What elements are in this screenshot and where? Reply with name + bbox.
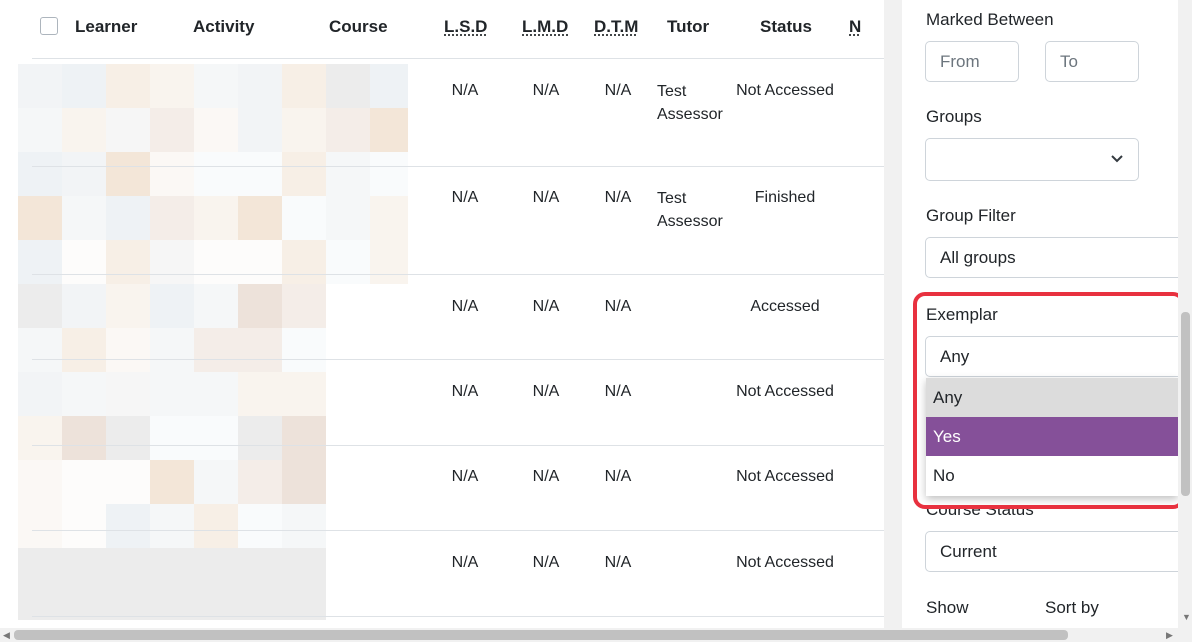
scroll-right-arrow-icon[interactable]: ▶ [1166,628,1173,642]
panel-gutter [884,0,902,628]
cell-lsd: N/A [451,298,479,315]
exemplar-option-no[interactable]: No [926,456,1178,495]
table-row[interactable]: N/A N/A N/A Test Assessor Finished [32,167,884,275]
marked-to-input[interactable]: To [1045,41,1139,82]
col-header-next[interactable]: N [849,17,861,37]
cell-lsd: N/A [451,468,479,485]
cell-status: Not Accessed [736,554,834,571]
vertical-scrollbar-thumb[interactable] [1181,312,1190,496]
select-all-checkbox[interactable] [40,17,58,35]
scroll-down-arrow-icon[interactable]: ▼ [1182,610,1191,624]
cell-dtm: N/A [604,554,632,571]
cell-status: Not Accessed [736,82,834,99]
col-header-lsd[interactable]: L.S.D [444,17,487,37]
table-row[interactable]: N/A N/A N/A Accessed [32,275,884,360]
cell-lmd: N/A [532,383,560,400]
cell-lmd: N/A [532,298,560,315]
marked-from-input[interactable]: From [925,41,1019,82]
cell-status: Finished [754,189,816,206]
col-header-tutor[interactable]: Tutor [667,17,709,37]
table-row[interactable]: N/A N/A N/A Test Assessor Not Accessed [32,59,884,167]
table-row[interactable]: N/A N/A N/A Not Accessed [32,531,884,617]
cell-dtm: N/A [604,82,632,99]
cell-lsd: N/A [451,82,479,99]
chevron-down-icon [1111,155,1123,163]
group-filter-select[interactable]: All groups [925,237,1185,278]
course-status-select[interactable]: Current [925,531,1185,572]
cell-lsd: N/A [451,554,479,571]
cell-dtm: N/A [604,298,632,315]
col-header-lmd[interactable]: L.M.D [522,17,568,37]
cell-lsd: N/A [451,189,479,206]
cell-tutor: Test Assessor [657,83,723,123]
cell-lsd: N/A [451,383,479,400]
cell-status: Not Accessed [736,383,834,400]
sort-by-label: Sort by [1045,598,1099,617]
cell-dtm: N/A [604,383,632,400]
cell-lmd: N/A [532,468,560,485]
groups-select[interactable] [925,138,1139,181]
group-filter-label: Group Filter [926,206,1016,225]
cell-dtm: N/A [604,189,632,206]
exemplar-label: Exemplar [926,305,998,324]
cell-lmd: N/A [532,189,560,206]
table-row[interactable]: N/A N/A N/A Not Accessed [32,360,884,446]
exemplar-option-any[interactable]: Any [926,378,1178,417]
cell-status: Accessed [750,298,820,315]
scroll-left-arrow-icon[interactable]: ◀ [3,628,10,642]
horizontal-scrollbar-thumb[interactable] [14,630,1068,640]
groups-label: Groups [926,107,982,126]
col-header-learner[interactable]: Learner [75,17,137,37]
exemplar-select[interactable]: Any [925,336,1185,377]
cell-lmd: N/A [532,82,560,99]
cell-status: Not Accessed [736,468,834,485]
show-label: Show [926,598,969,617]
col-header-dtm[interactable]: D.T.M [594,17,638,37]
cell-lmd: N/A [532,554,560,571]
exemplar-option-yes[interactable]: Yes [926,417,1178,456]
col-header-activity[interactable]: Activity [193,17,254,37]
marked-between-label: Marked Between [926,10,1054,29]
table-row[interactable]: N/A N/A N/A Not Accessed [32,446,884,531]
cell-tutor: Test Assessor [657,190,723,230]
exemplar-dropdown-list: Any Yes No [926,378,1178,496]
col-header-course[interactable]: Course [329,17,388,37]
activity-table: Learner Activity Course L.S.D L.M.D D.T.… [0,0,884,628]
col-header-status[interactable]: Status [760,17,812,37]
cell-dtm: N/A [604,468,632,485]
